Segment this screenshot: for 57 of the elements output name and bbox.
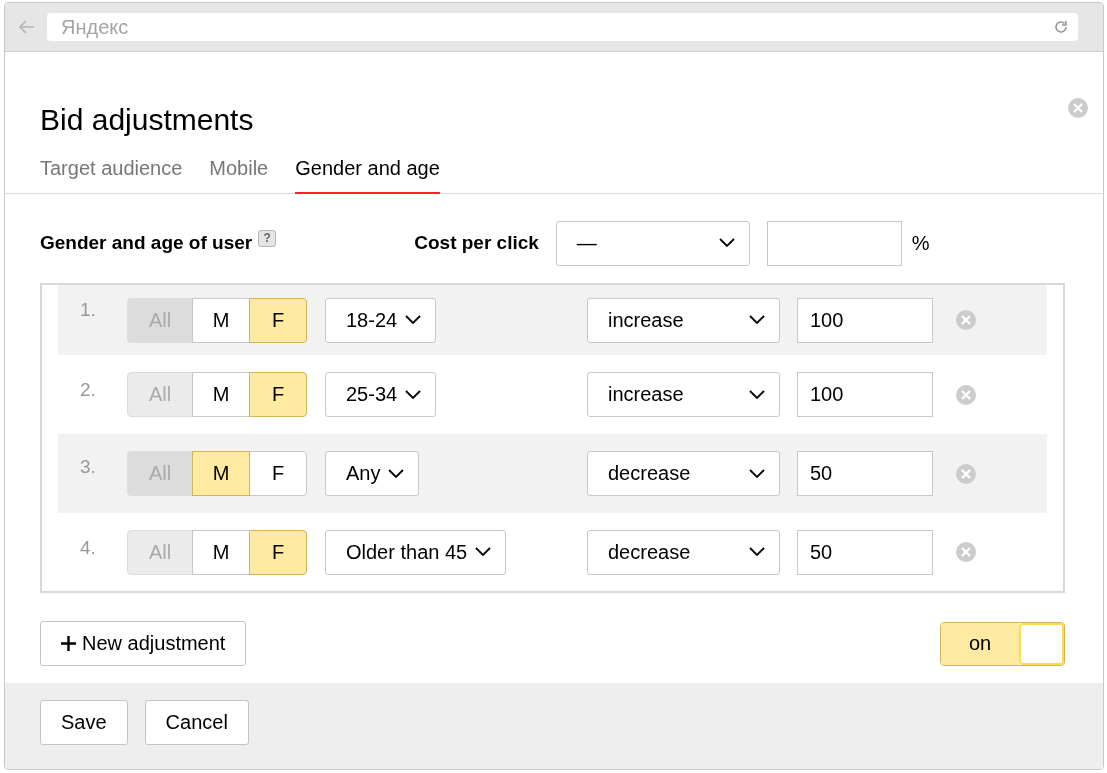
section-label: Gender and age of user bbox=[40, 232, 253, 254]
row-number: 2. bbox=[80, 379, 97, 401]
chevron-icon bbox=[749, 315, 765, 325]
action-select[interactable]: decrease bbox=[587, 451, 780, 496]
value-input[interactable]: 50 bbox=[797, 451, 933, 496]
chevron-icon bbox=[405, 315, 422, 325]
gender-toggle[interactable]: M bbox=[192, 372, 250, 417]
row-number: 4. bbox=[80, 537, 97, 559]
chevron-icon bbox=[718, 238, 735, 248]
chevron-icon bbox=[405, 389, 422, 400]
remove-icon[interactable] bbox=[955, 541, 977, 563]
cost-select[interactable]: — bbox=[555, 220, 750, 266]
age-select[interactable]: 25-34 bbox=[325, 372, 437, 417]
address-placeholder: Яндекс bbox=[61, 15, 129, 39]
gender-toggle[interactable]: F bbox=[249, 451, 307, 496]
gender-toggle[interactable]: M bbox=[192, 529, 250, 575]
dialog-button[interactable]: Cancel bbox=[144, 700, 249, 745]
age-select[interactable]: 18-24 bbox=[325, 297, 437, 343]
gender-toggle[interactable]: F bbox=[249, 529, 307, 575]
chevron-icon bbox=[749, 468, 765, 479]
action-select[interactable]: decrease bbox=[587, 529, 780, 575]
tab[interactable]: Target audience bbox=[40, 157, 183, 194]
switch-label: on bbox=[941, 622, 1019, 665]
percent-input[interactable] bbox=[766, 220, 902, 266]
value-input[interactable]: 50 bbox=[797, 529, 933, 575]
close-icon[interactable] bbox=[1067, 97, 1089, 119]
value-input[interactable]: 100 bbox=[797, 297, 933, 343]
new-adjustment-button[interactable]: New adjustment bbox=[40, 621, 247, 666]
action-select[interactable]: increase bbox=[587, 297, 780, 343]
chevron-icon bbox=[749, 547, 765, 557]
age-select[interactable]: Older than 45 bbox=[325, 529, 507, 575]
remove-icon[interactable] bbox=[955, 309, 977, 331]
gender-toggle[interactable]: M bbox=[192, 451, 250, 496]
gender-toggle[interactable]: F bbox=[249, 372, 307, 417]
row-number: 3. bbox=[80, 456, 97, 478]
percent-sign: % bbox=[911, 231, 930, 255]
cost-label: Cost per click bbox=[414, 232, 539, 254]
row-number: 1. bbox=[80, 299, 97, 321]
dialog-button[interactable]: Save bbox=[40, 700, 128, 745]
value-input[interactable]: 100 bbox=[797, 372, 933, 417]
gender-toggle[interactable]: F bbox=[249, 297, 307, 343]
dialog-title: Bid adjustments bbox=[40, 103, 254, 137]
tab[interactable]: Mobile bbox=[209, 157, 269, 194]
action-select[interactable]: increase bbox=[587, 372, 780, 417]
remove-icon[interactable] bbox=[955, 462, 977, 485]
reload-icon[interactable] bbox=[1054, 20, 1068, 34]
chevron-icon bbox=[475, 547, 492, 557]
plus-icon bbox=[61, 636, 76, 651]
back-arrow-icon[interactable] bbox=[19, 20, 35, 34]
tab[interactable]: Gender and age bbox=[295, 157, 440, 194]
gender-toggle[interactable]: M bbox=[192, 297, 250, 343]
chevron-icon bbox=[749, 389, 765, 400]
on-off-switch[interactable]: on bbox=[940, 621, 1065, 666]
help-badge[interactable]: ? bbox=[258, 229, 277, 247]
age-select[interactable]: Any bbox=[325, 451, 420, 496]
remove-icon[interactable] bbox=[955, 383, 977, 406]
chevron-icon bbox=[388, 468, 405, 479]
